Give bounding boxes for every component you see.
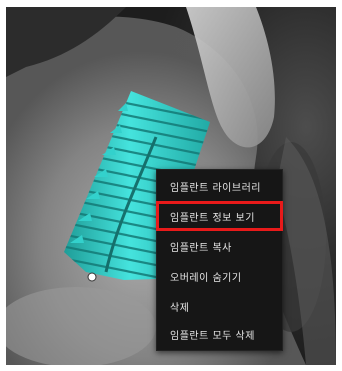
menu-item-delete-all-implants[interactable]: 임플란트 모두 삭제 (157, 320, 282, 348)
context-menu: 임플란트 라이브러리 임플란트 정보 보기 임플란트 복사 오버레이 숨기기 삭… (156, 169, 283, 351)
menu-item-implant-library[interactable]: 임플란트 라이브러리 (157, 172, 282, 200)
menu-item-hide-overlay[interactable]: 오버레이 숨기기 (157, 262, 282, 290)
menu-item-delete[interactable]: 삭제 (157, 292, 282, 320)
menu-item-copy-implant[interactable]: 임플란트 복사 (157, 232, 282, 260)
implant-handle[interactable] (87, 272, 97, 282)
menu-item-view-implant-info[interactable]: 임플란트 정보 보기 (156, 201, 283, 231)
